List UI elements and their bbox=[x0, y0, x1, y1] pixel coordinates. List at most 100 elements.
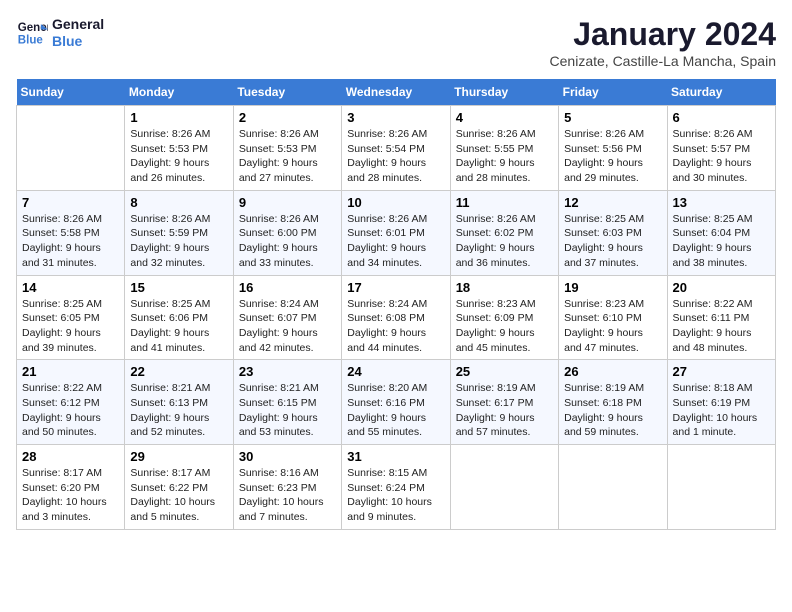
calendar-cell: 25Sunrise: 8:19 AMSunset: 6:17 PMDayligh… bbox=[450, 360, 558, 445]
calendar-cell: 18Sunrise: 8:23 AMSunset: 6:09 PMDayligh… bbox=[450, 275, 558, 360]
day-number: 16 bbox=[239, 280, 336, 295]
calendar-cell: 19 Sunrise: 8:23 AMSunset: 6:10 PMDayligh… bbox=[559, 275, 667, 360]
day-number: 26 bbox=[564, 364, 661, 379]
day-number: 1 bbox=[130, 110, 227, 125]
day-info: Sunrise: 8:25 AMSunset: 6:04 PMDaylight:… bbox=[673, 212, 770, 271]
day-number: 30 bbox=[239, 449, 336, 464]
calendar-cell: 20 Sunrise: 8:22 AMSunset: 6:11 PMDayligh… bbox=[667, 275, 775, 360]
day-number: 29 bbox=[130, 449, 227, 464]
svg-text:Blue: Blue bbox=[18, 34, 44, 46]
calendar-cell bbox=[17, 106, 125, 191]
day-info: Sunrise: 8:21 AMSunset: 6:15 PMDaylight:… bbox=[239, 381, 336, 440]
calendar-cell: 17 Sunrise: 8:24 AMSunset: 6:08 PMDayligh… bbox=[342, 275, 450, 360]
day-info: Sunrise: 8:26 AMSunset: 6:01 PMDaylight:… bbox=[347, 212, 444, 271]
weekday-header-thursday: Thursday bbox=[450, 79, 558, 106]
weekday-header-sunday: Sunday bbox=[17, 79, 125, 106]
day-info: Sunrise: 8:26 AMSunset: 6:02 PMDaylight:… bbox=[456, 212, 553, 271]
calendar-cell bbox=[559, 445, 667, 530]
day-number: 11 bbox=[456, 195, 553, 210]
calendar-cell: 30 Sunrise: 8:16 AMSunset: 6:23 PMDayligh… bbox=[233, 445, 341, 530]
day-info: Sunrise: 8:22 AMSunset: 6:11 PMDaylight:… bbox=[673, 297, 770, 356]
day-info: Sunrise: 8:25 AMSunset: 6:03 PMDaylight:… bbox=[564, 212, 661, 271]
day-number: 27 bbox=[673, 364, 770, 379]
title-section: January 2024 Cenizate, Castille-La Manch… bbox=[550, 16, 776, 69]
calendar-cell: 11 Sunrise: 8:26 AMSunset: 6:02 PMDayligh… bbox=[450, 190, 558, 275]
day-info: Sunrise: 8:23 AMSunset: 6:10 PMDaylight:… bbox=[564, 297, 661, 356]
day-number: 10 bbox=[347, 195, 444, 210]
weekday-header-row: SundayMondayTuesdayWednesdayThursdayFrid… bbox=[17, 79, 776, 106]
day-number: 4 bbox=[456, 110, 553, 125]
weekday-header-tuesday: Tuesday bbox=[233, 79, 341, 106]
logo: General Blue General Blue bbox=[16, 16, 104, 50]
day-number: 7 bbox=[22, 195, 119, 210]
calendar-cell: 22 Sunrise: 8:21 AMSunset: 6:13 PMDayligh… bbox=[125, 360, 233, 445]
weekday-header-saturday: Saturday bbox=[667, 79, 775, 106]
day-number: 12 bbox=[564, 195, 661, 210]
day-info: Sunrise: 8:24 AMSunset: 6:08 PMDaylight:… bbox=[347, 297, 444, 356]
calendar-cell: 9 Sunrise: 8:26 AMSunset: 6:00 PMDaylight… bbox=[233, 190, 341, 275]
calendar-cell: 28Sunrise: 8:17 AMSunset: 6:20 PMDayligh… bbox=[17, 445, 125, 530]
day-number: 14 bbox=[22, 280, 119, 295]
week-row-4: 21 Sunrise: 8:22 AMSunset: 6:12 PMDayligh… bbox=[17, 360, 776, 445]
day-number: 17 bbox=[347, 280, 444, 295]
calendar-cell: 21 Sunrise: 8:22 AMSunset: 6:12 PMDayligh… bbox=[17, 360, 125, 445]
calendar-cell: 14 Sunrise: 8:25 AMSunset: 6:05 PMDayligh… bbox=[17, 275, 125, 360]
day-number: 31 bbox=[347, 449, 444, 464]
logo-icon: General Blue bbox=[16, 17, 48, 49]
day-number: 23 bbox=[239, 364, 336, 379]
day-info: Sunrise: 8:17 AMSunset: 6:22 PMDaylight:… bbox=[130, 466, 227, 525]
day-info: Sunrise: 8:25 AMSunset: 6:05 PMDaylight:… bbox=[22, 297, 119, 356]
day-info: Sunrise: 8:26 AMSunset: 5:53 PMDaylight:… bbox=[239, 127, 336, 186]
calendar-cell: 29 Sunrise: 8:17 AMSunset: 6:22 PMDayligh… bbox=[125, 445, 233, 530]
day-number: 2 bbox=[239, 110, 336, 125]
calendar-cell: 5 Sunrise: 8:26 AMSunset: 5:56 PMDaylight… bbox=[559, 106, 667, 191]
day-number: 28 bbox=[22, 449, 119, 464]
weekday-header-wednesday: Wednesday bbox=[342, 79, 450, 106]
day-info: Sunrise: 8:20 AMSunset: 6:16 PMDaylight:… bbox=[347, 381, 444, 440]
week-row-3: 14 Sunrise: 8:25 AMSunset: 6:05 PMDayligh… bbox=[17, 275, 776, 360]
calendar-cell: 10 Sunrise: 8:26 AMSunset: 6:01 PMDayligh… bbox=[342, 190, 450, 275]
calendar-cell: 6Sunrise: 8:26 AMSunset: 5:57 PMDaylight… bbox=[667, 106, 775, 191]
week-row-2: 7Sunrise: 8:26 AMSunset: 5:58 PMDaylight… bbox=[17, 190, 776, 275]
day-number: 20 bbox=[673, 280, 770, 295]
calendar-cell: 1 Sunrise: 8:26 AMSunset: 5:53 PMDaylight… bbox=[125, 106, 233, 191]
calendar-cell: 24Sunrise: 8:20 AMSunset: 6:16 PMDayligh… bbox=[342, 360, 450, 445]
day-number: 25 bbox=[456, 364, 553, 379]
day-info: Sunrise: 8:24 AMSunset: 6:07 PMDaylight:… bbox=[239, 297, 336, 356]
calendar-cell: 4Sunrise: 8:26 AMSunset: 5:55 PMDaylight… bbox=[450, 106, 558, 191]
day-info: Sunrise: 8:22 AMSunset: 6:12 PMDaylight:… bbox=[22, 381, 119, 440]
day-info: Sunrise: 8:25 AMSunset: 6:06 PMDaylight:… bbox=[130, 297, 227, 356]
day-number: 9 bbox=[239, 195, 336, 210]
calendar-cell: 27 Sunrise: 8:18 AMSunset: 6:19 PMDayligh… bbox=[667, 360, 775, 445]
calendar-cell: 26Sunrise: 8:19 AMSunset: 6:18 PMDayligh… bbox=[559, 360, 667, 445]
weekday-header-monday: Monday bbox=[125, 79, 233, 106]
day-number: 8 bbox=[130, 195, 227, 210]
logo-line2: Blue bbox=[52, 33, 104, 50]
day-info: Sunrise: 8:26 AMSunset: 5:56 PMDaylight:… bbox=[564, 127, 661, 186]
day-number: 19 bbox=[564, 280, 661, 295]
day-number: 3 bbox=[347, 110, 444, 125]
calendar-cell: 7Sunrise: 8:26 AMSunset: 5:58 PMDaylight… bbox=[17, 190, 125, 275]
calendar-cell: 8 Sunrise: 8:26 AMSunset: 5:59 PMDaylight… bbox=[125, 190, 233, 275]
day-info: Sunrise: 8:15 AMSunset: 6:24 PMDaylight:… bbox=[347, 466, 444, 525]
day-number: 6 bbox=[673, 110, 770, 125]
page-header: General Blue General Blue January 2024 C… bbox=[16, 16, 776, 69]
month-year-title: January 2024 bbox=[550, 16, 776, 53]
calendar-cell: 3Sunrise: 8:26 AMSunset: 5:54 PMDaylight… bbox=[342, 106, 450, 191]
calendar-cell: 12 Sunrise: 8:25 AMSunset: 6:03 PMDayligh… bbox=[559, 190, 667, 275]
day-info: Sunrise: 8:26 AMSunset: 5:59 PMDaylight:… bbox=[130, 212, 227, 271]
day-number: 21 bbox=[22, 364, 119, 379]
day-info: Sunrise: 8:26 AMSunset: 6:00 PMDaylight:… bbox=[239, 212, 336, 271]
day-number: 18 bbox=[456, 280, 553, 295]
calendar-table: SundayMondayTuesdayWednesdayThursdayFrid… bbox=[16, 79, 776, 530]
day-info: Sunrise: 8:21 AMSunset: 6:13 PMDaylight:… bbox=[130, 381, 227, 440]
calendar-cell: 15Sunrise: 8:25 AMSunset: 6:06 PMDayligh… bbox=[125, 275, 233, 360]
logo-line1: General bbox=[52, 16, 104, 33]
day-number: 5 bbox=[564, 110, 661, 125]
day-number: 22 bbox=[130, 364, 227, 379]
calendar-cell: 2 Sunrise: 8:26 AMSunset: 5:53 PMDaylight… bbox=[233, 106, 341, 191]
week-row-1: 1 Sunrise: 8:26 AMSunset: 5:53 PMDaylight… bbox=[17, 106, 776, 191]
day-info: Sunrise: 8:16 AMSunset: 6:23 PMDaylight:… bbox=[239, 466, 336, 525]
day-info: Sunrise: 8:18 AMSunset: 6:19 PMDaylight:… bbox=[673, 381, 770, 440]
day-info: Sunrise: 8:26 AMSunset: 5:53 PMDaylight:… bbox=[130, 127, 227, 186]
